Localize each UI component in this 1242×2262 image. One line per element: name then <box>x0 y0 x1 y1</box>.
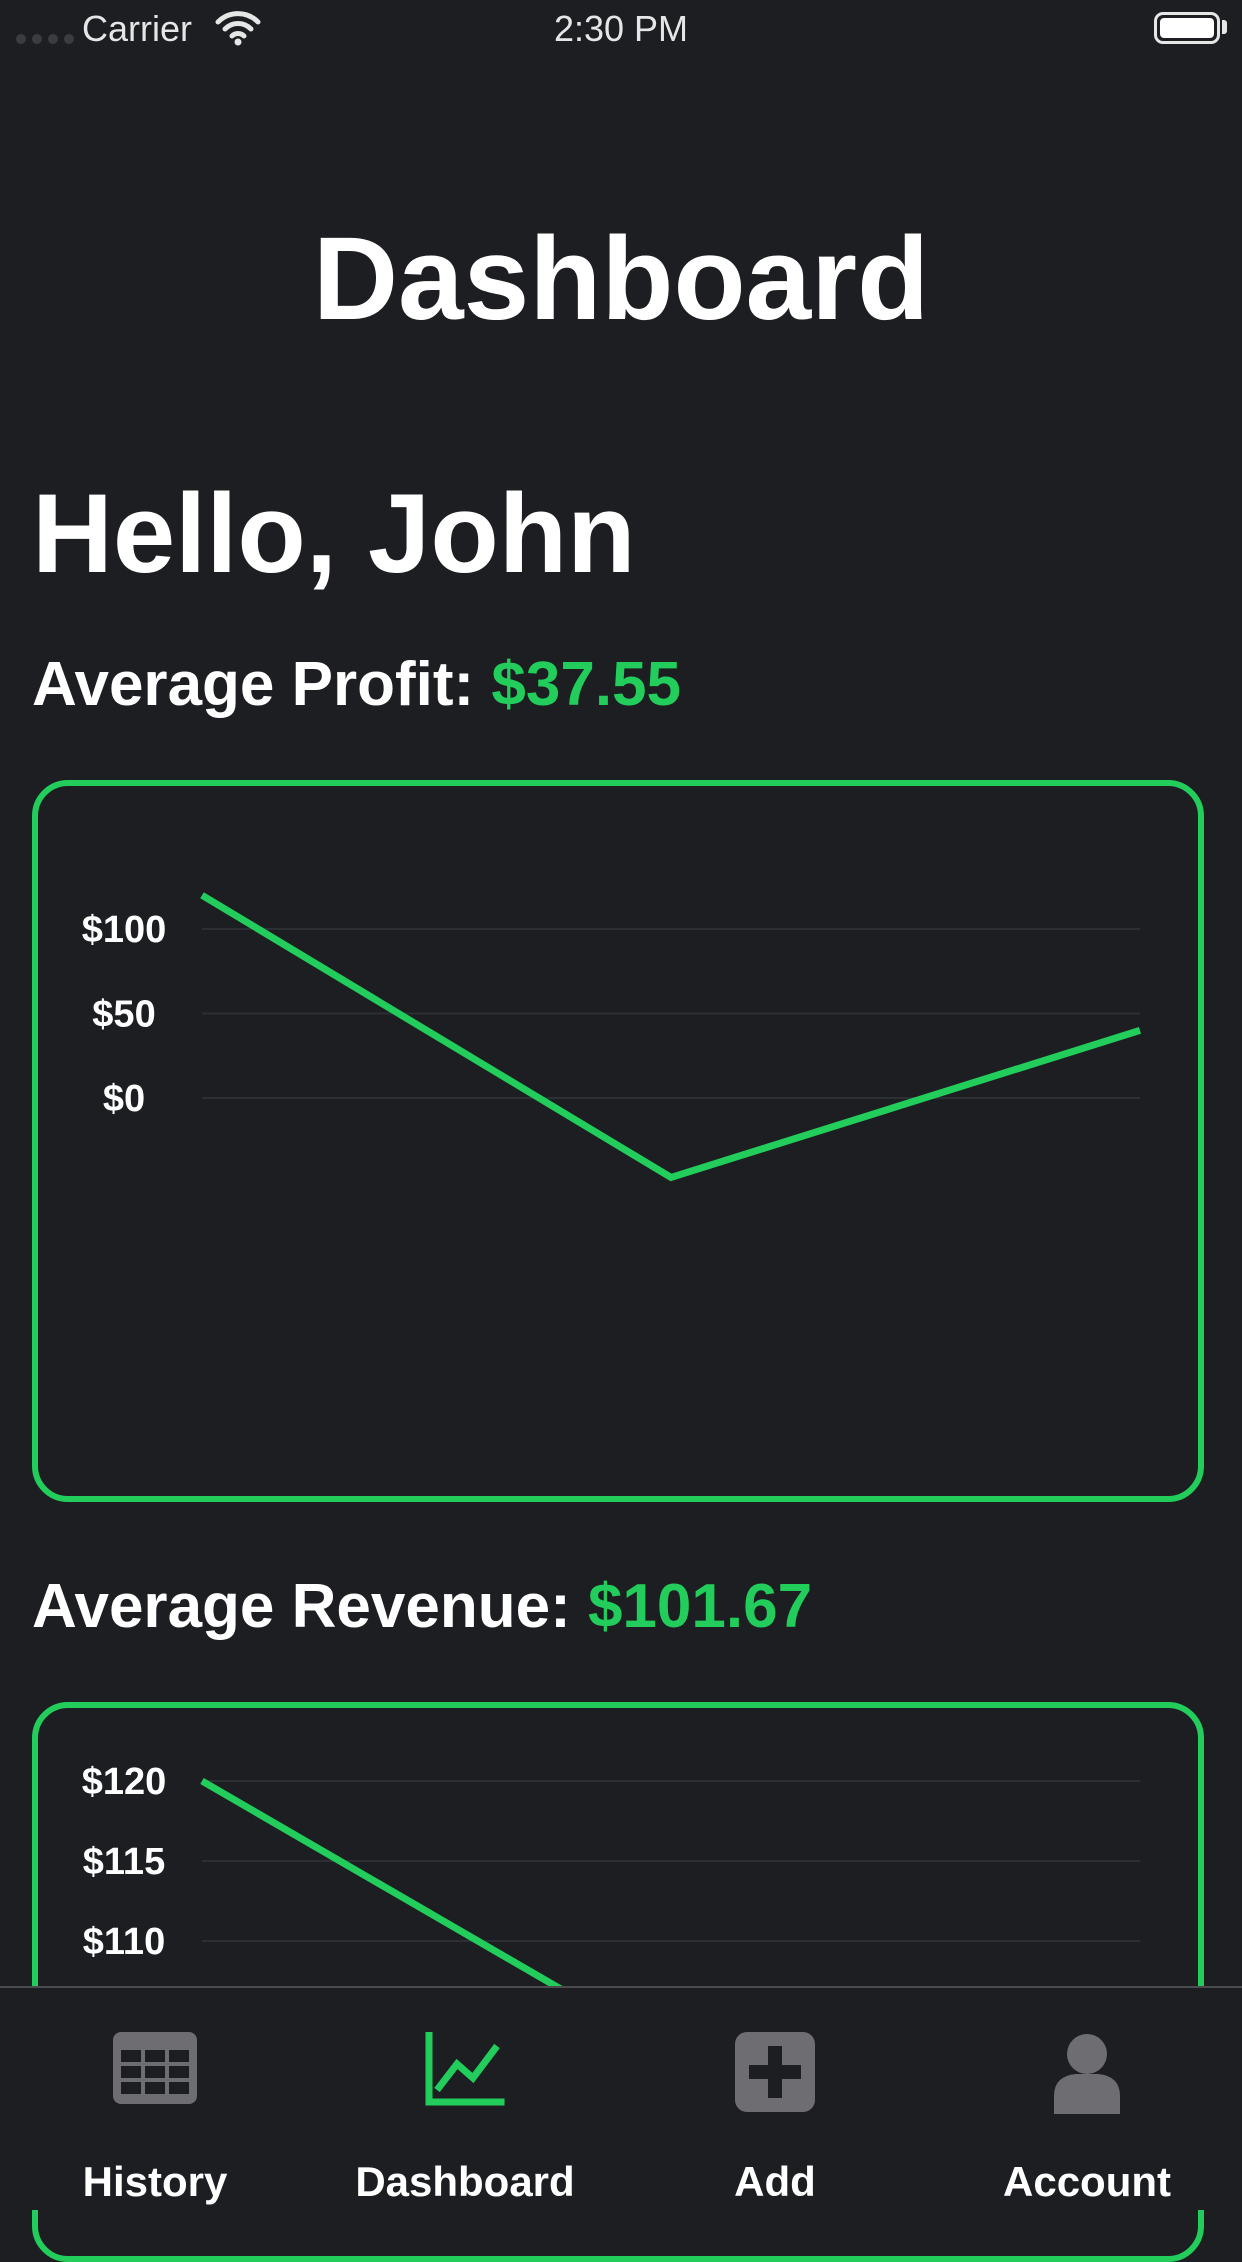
status-bar: Carrier 2:30 PM <box>0 0 1242 58</box>
y-tick-label: $0 <box>103 1078 145 1120</box>
person-icon <box>1054 2034 1120 2114</box>
greeting-heading: Hello, John <box>32 471 636 596</box>
table-icon <box>113 2032 197 2104</box>
tab-add[interactable]: Add <box>620 1988 930 2210</box>
average-revenue-value: $101.67 <box>587 1572 813 1641</box>
tab-history[interactable]: History <box>0 1988 310 2210</box>
tab-label-dashboard: Dashboard <box>355 2158 575 2205</box>
profit-chart-card: $100 $50 $0 <box>32 780 1204 1502</box>
battery-icon <box>1154 12 1220 44</box>
average-revenue: Average Revenue: $101.67 <box>32 1576 812 1638</box>
chart-line-icon <box>425 2032 505 2106</box>
status-time: 2:30 PM <box>553 8 689 49</box>
y-tick-label: $120 <box>82 1761 167 1803</box>
tab-label-account: Account <box>1003 2158 1171 2205</box>
y-tick-label: $100 <box>82 909 167 951</box>
y-tick-label: $110 <box>83 1921 165 1963</box>
tab-dashboard[interactable]: Dashboard <box>310 1988 620 2210</box>
battery-nub <box>1222 20 1227 34</box>
profit-chart: $100 $50 $0 <box>82 892 1142 1182</box>
series-line <box>200 892 1142 1182</box>
y-tick-label: $50 <box>92 994 155 1036</box>
tab-label-history: History <box>82 2158 228 2205</box>
y-tick-label: $115 <box>83 1841 165 1883</box>
average-revenue-label: Average Revenue: <box>32 1572 571 1641</box>
average-profit-label: Average Profit: <box>32 650 475 719</box>
plus-square-icon <box>735 2032 815 2112</box>
average-profit-value: $37.55 <box>491 650 682 719</box>
tab-account[interactable]: Account <box>932 1988 1242 2210</box>
page-title: Dashboard <box>312 213 930 345</box>
tab-bar: History Dashboard Add Account <box>0 1986 1242 2210</box>
tab-label-add: Add <box>734 2158 816 2205</box>
average-profit: Average Profit: $37.55 <box>32 654 681 716</box>
